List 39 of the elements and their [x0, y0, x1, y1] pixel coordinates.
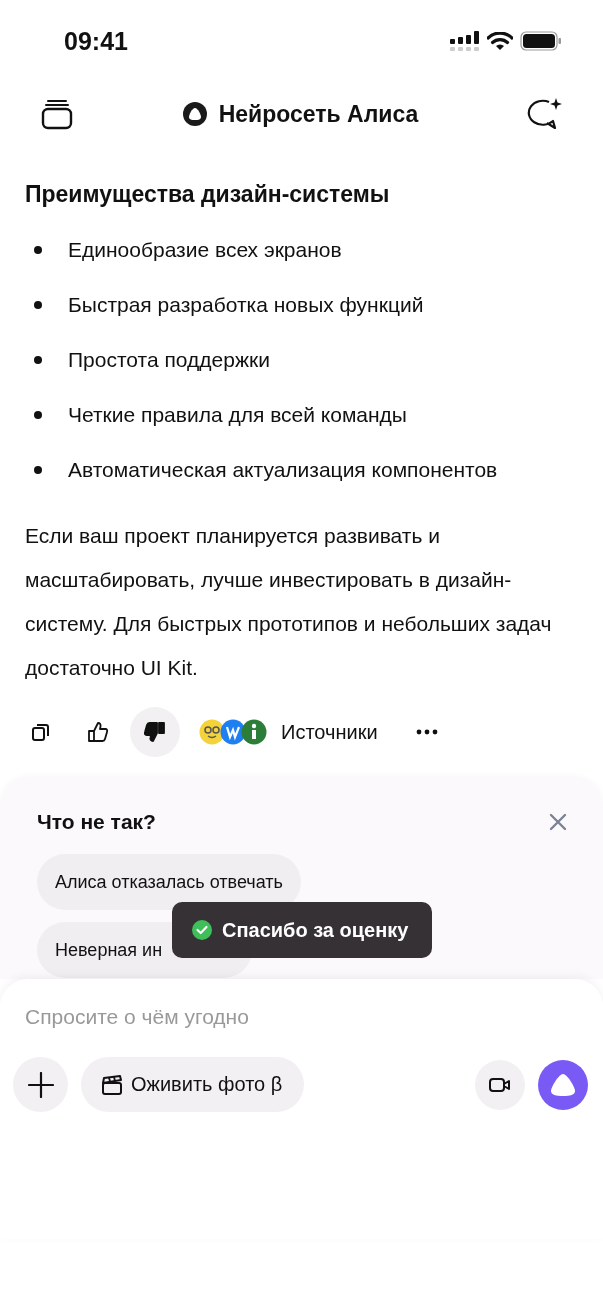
app-title: Нейросеть Алиса [218, 100, 419, 128]
video-call-button[interactable] [475, 1059, 525, 1110]
thumbs-up-icon [87, 721, 109, 743]
video-camera-icon [488, 1075, 512, 1094]
thumbs-down-icon [144, 721, 166, 743]
bullet-dot [34, 356, 42, 364]
status-time: 09:41 [64, 26, 128, 56]
wifi-icon [487, 31, 513, 51]
bullet-dot [34, 466, 42, 474]
bullet-dot [34, 411, 42, 419]
close-icon[interactable] [549, 813, 567, 831]
animate-photo-button[interactable]: Оживить фото β [81, 1057, 305, 1112]
alice-voice-button[interactable] [538, 1059, 588, 1110]
feedback-title: Что не так? [37, 810, 156, 834]
message-input-field[interactable]: Спросите о чём угодно [13, 1001, 577, 1033]
bullet-text: Простота поддержки [68, 347, 270, 373]
clapperboard-icon [101, 1073, 123, 1096]
copy-icon [31, 722, 51, 742]
dislike-button[interactable] [130, 707, 180, 757]
chat-history-icon[interactable] [40, 98, 74, 130]
sources-button[interactable]: Источники [199, 719, 378, 745]
alice-logo-icon [550, 1072, 576, 1097]
bullet-text: Автоматическая актуализация компонентов [68, 457, 498, 483]
more-icon[interactable] [415, 729, 438, 735]
bullet-text: Четкие правила для всей команды [68, 402, 407, 428]
answer-paragraph: Если ваш проект планируется развивать и масштабировать, лучше инвестировать в дизайн-систему. Для быстрых прототипов и небольших задач достаточно UI Kit. [25, 523, 553, 681]
check-icon [192, 920, 212, 940]
answer-heading: Преимущества дизайн-системы [25, 180, 391, 209]
feedback-option-chip[interactable]: Алиса отказалась отвечать [37, 854, 301, 910]
bullet-dot [34, 246, 42, 254]
alice-logo-icon [182, 102, 207, 126]
bullet-text: Быстрая разработка новых функций [68, 292, 424, 318]
bullet-dot [34, 301, 42, 309]
new-chat-icon[interactable] [527, 97, 563, 131]
plus-icon [27, 1071, 54, 1098]
bullet-text: Единообразие всех экранов [68, 237, 342, 263]
sources-icon [199, 719, 269, 745]
signal-icon [450, 31, 480, 51]
battery-icon [520, 31, 562, 51]
